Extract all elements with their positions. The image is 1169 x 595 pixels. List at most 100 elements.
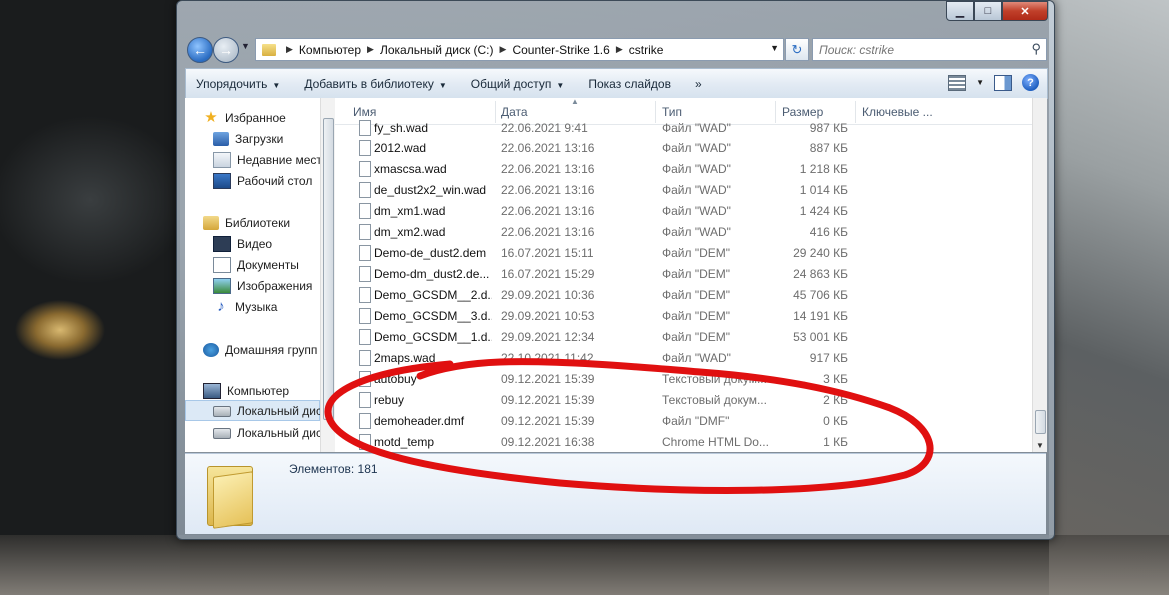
more-commands-button[interactable]: »: [695, 77, 702, 91]
file-icon: [359, 413, 371, 429]
breadcrumb-cstrike[interactable]: cstrike: [629, 43, 664, 57]
sidebar-item-label: Документы: [237, 258, 299, 272]
table-row[interactable]: xmascsa.wad 22.06.2021 13:16 Файл "WAD" 1 2…: [335, 158, 1032, 179]
view-options-icon[interactable]: [948, 74, 967, 91]
table-row[interactable]: Demo-de_dust2.dem 16.07.2021 15:11 Файл "D…: [335, 242, 1032, 263]
search-icon[interactable]: ⚲: [1031, 41, 1041, 57]
documents-icon: [213, 257, 231, 273]
file-list-scrollbar[interactable]: ▼: [1032, 98, 1047, 452]
file-date: 09.12.2021 15:39: [501, 414, 595, 428]
forward-button[interactable]: →: [213, 37, 239, 63]
file-name: Demo-dm_dust2.de...: [374, 267, 490, 281]
table-row[interactable]: fy_sh.wad 22.06.2021 9:41 Файл "WAD" 987 КБ: [335, 117, 1032, 138]
table-row[interactable]: motd_temp 09.12.2021 16:38 Chrome HTML Do.…: [335, 431, 1032, 452]
file-name: Demo_GCSDM__2.d...: [374, 288, 492, 302]
sidebar-item-local-disk-d[interactable]: Локальный дис: [213, 423, 320, 443]
search-input[interactable]: [813, 41, 1021, 58]
video-icon: [213, 236, 231, 252]
file-size: 887 КБ: [809, 141, 848, 155]
table-row[interactable]: Demo_GCSDM__3.d... 29.09.2021 10:53 Файл "…: [335, 305, 1032, 326]
file-name: Demo_GCSDM__3.d...: [374, 309, 492, 323]
refresh-button[interactable]: ↻: [785, 38, 809, 61]
file-name: motd_temp: [374, 435, 435, 449]
sidebar-item-computer[interactable]: Компьютер: [203, 381, 289, 401]
star-icon: ★: [204, 109, 218, 126]
table-row[interactable]: dm_xm2.wad 22.06.2021 13:16 Файл "WAD" 416 …: [335, 221, 1032, 242]
sidebar-item-documents[interactable]: Документы: [213, 255, 299, 275]
table-row[interactable]: Demo-dm_dust2.de... 16.07.2021 15:29 Файл …: [335, 263, 1032, 284]
sidebar-item-label: Рабочий стол: [237, 174, 313, 188]
file-name: de_dust2x2_win.wad: [374, 183, 487, 197]
add-to-library-menu[interactable]: Добавить в библиотеку ▼: [304, 77, 446, 91]
help-icon[interactable]: ?: [1022, 74, 1039, 91]
chevron-right-icon[interactable]: ▶: [367, 44, 374, 55]
file-icon: [359, 182, 371, 198]
file-icon: [359, 287, 371, 303]
file-size: 45 706 КБ: [793, 288, 848, 302]
close-button[interactable]: ✕: [1002, 1, 1048, 21]
table-row[interactable]: 2012.wad 22.06.2021 13:16 Файл "WAD" 887 КБ: [335, 137, 1032, 158]
sidebar-item-video[interactable]: Видео: [213, 234, 272, 254]
file-date: 22.06.2021 13:16: [501, 141, 595, 155]
table-row[interactable]: dm_xm1.wad 22.06.2021 13:16 Файл "WAD" 1 42…: [335, 200, 1032, 221]
music-icon: ♪: [217, 298, 225, 315]
chevron-right-icon[interactable]: ▶: [500, 44, 507, 55]
scroll-down-arrow-icon[interactable]: ▼: [1036, 441, 1044, 450]
sidebar-item-music[interactable]: ♪ Музыка: [213, 297, 277, 317]
folder-icon: [262, 43, 276, 56]
recent-pages-dropdown-icon[interactable]: ▼: [241, 41, 250, 51]
sidebar-item-label: Загрузки: [235, 132, 284, 146]
preview-pane-icon[interactable]: [994, 74, 1012, 91]
file-icon: [359, 392, 371, 408]
search-box[interactable]: ⚲: [812, 38, 1047, 61]
sidebar-item-label: Недавние мест: [237, 153, 320, 167]
file-type: Файл "WAD": [662, 351, 731, 365]
scrollbar-thumb[interactable]: [323, 118, 334, 420]
minimize-button[interactable]: ▁: [946, 1, 974, 21]
sidebar-item-desktop[interactable]: Рабочий стол: [213, 171, 312, 191]
file-icon: [359, 224, 371, 240]
scrollbar-thumb[interactable]: [1035, 410, 1046, 434]
sidebar-item-local-disk-c[interactable]: Локальный дис: [213, 401, 320, 421]
sidebar-item-homegroup[interactable]: Домашняя групп: [203, 340, 317, 360]
chevron-right-icon[interactable]: ▶: [286, 44, 293, 55]
file-type: Файл "WAD": [662, 204, 731, 218]
maximize-button[interactable]: □: [974, 1, 1002, 21]
table-row[interactable]: Demo_GCSDM__1.d... 29.09.2021 12:34 Файл "…: [335, 326, 1032, 347]
breadcrumb-local-disk[interactable]: Локальный диск (C:): [380, 43, 494, 57]
sidebar-item-downloads[interactable]: Загрузки: [213, 129, 283, 149]
file-type: Файл "WAD": [662, 225, 731, 239]
breadcrumb-computer[interactable]: Компьютер: [299, 43, 361, 57]
file-name: dm_xm2.wad: [374, 225, 446, 239]
table-row[interactable]: rebuy 09.12.2021 15:39 Текстовый докум... 2…: [335, 389, 1032, 410]
view-dropdown-icon[interactable]: ▼: [976, 78, 984, 87]
file-type: Файл "DEM": [662, 267, 731, 281]
sidebar-item-recent[interactable]: Недавние мест: [213, 150, 320, 170]
organize-menu[interactable]: Упорядочить ▼: [196, 77, 280, 91]
file-icon: [359, 161, 371, 177]
breadcrumb-counter-strike[interactable]: Counter-Strike 1.6: [512, 43, 609, 57]
file-type: Текстовый докум...: [662, 372, 767, 386]
address-bar[interactable]: ▶ Компьютер ▶ Локальный диск (C:) ▶ Coun…: [255, 38, 784, 61]
table-row[interactable]: 2maps.wad 22.10.2021 11:42 Файл "WAD" 917 К…: [335, 347, 1032, 368]
sidebar-item-favorites[interactable]: ★ Избранное: [203, 108, 286, 128]
table-row[interactable]: autobuy 09.12.2021 15:39 Текстовый докум..…: [335, 368, 1032, 389]
table-row[interactable]: demoheader.dmf 09.12.2021 15:39 Файл "DMF"…: [335, 410, 1032, 431]
back-button[interactable]: ←: [187, 37, 213, 63]
address-dropdown-icon[interactable]: ▼: [770, 43, 779, 53]
file-date: 22.06.2021 13:16: [501, 162, 595, 176]
sidebar-item-images[interactable]: Изображения: [213, 276, 312, 296]
file-icon: [359, 371, 371, 387]
share-menu[interactable]: Общий доступ ▼: [471, 77, 565, 91]
slideshow-button[interactable]: Показ слайдов: [588, 77, 671, 91]
desktop-background-left: [0, 0, 180, 595]
navigation-scrollbar[interactable]: [320, 98, 335, 452]
file-icon: [359, 329, 371, 345]
file-type: Файл "WAD": [662, 162, 731, 176]
table-row[interactable]: Demo_GCSDM__2.d... 29.09.2021 10:36 Файл "…: [335, 284, 1032, 305]
chevron-right-icon[interactable]: ▶: [616, 44, 623, 55]
sort-ascending-icon: ▲: [571, 98, 579, 106]
sidebar-item-libraries[interactable]: Библиотеки: [203, 213, 290, 233]
table-row[interactable]: de_dust2x2_win.wad 22.06.2021 13:16 Файл "…: [335, 179, 1032, 200]
breadcrumb: ▶ Компьютер ▶ Локальный диск (C:) ▶ Coun…: [280, 43, 663, 57]
